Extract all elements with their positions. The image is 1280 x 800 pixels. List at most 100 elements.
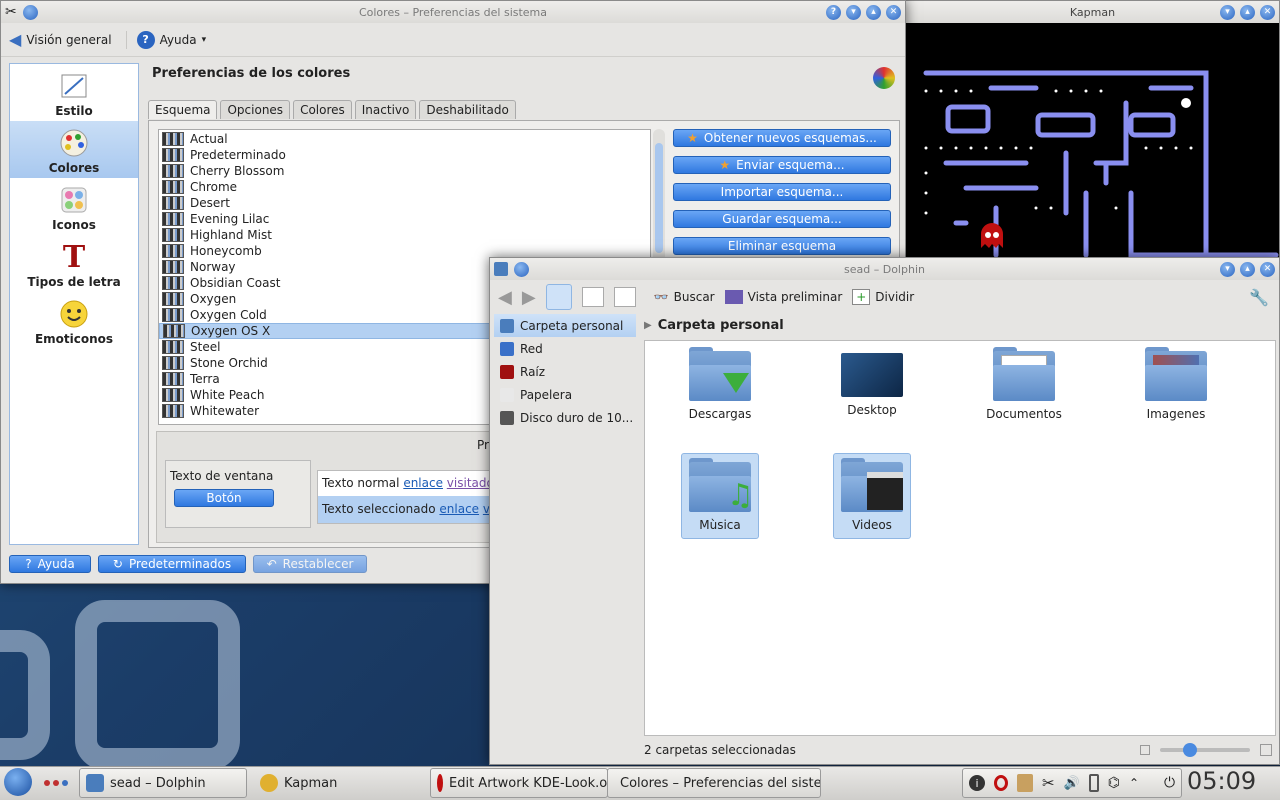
- scheme-item[interactable]: Actual: [159, 131, 650, 147]
- scheme-swatch-icon: [162, 244, 184, 258]
- volume-icon[interactable]: 🔊: [1064, 776, 1080, 791]
- close-icon[interactable]: ✕: [886, 4, 901, 20]
- scheme-action-button[interactable]: Importar esquema...: [673, 183, 891, 201]
- defaults-button[interactable]: ↻ Predeterminados: [98, 555, 246, 573]
- tab-esquema[interactable]: Esquema: [148, 100, 218, 119]
- category-iconos[interactable]: Iconos: [10, 178, 138, 235]
- minimize-icon[interactable]: ▾: [1220, 261, 1235, 277]
- tab-colores[interactable]: Colores: [293, 100, 352, 119]
- scheme-item[interactable]: Evening Lilac: [159, 211, 650, 227]
- kapman-window[interactable]: Kapman ▾ ▴ ✕: [905, 0, 1280, 260]
- battery-icon[interactable]: [1088, 774, 1099, 792]
- file-view[interactable]: Descargas Desktop Documentos Imagenes ♫ …: [644, 340, 1276, 736]
- places-panel[interactable]: Carpeta personal Red Raíz Papelera Disco dur…: [494, 314, 636, 494]
- back-icon[interactable]: ◀: [498, 287, 512, 308]
- kde-menu-icon[interactable]: [4, 768, 32, 796]
- help-menu-button[interactable]: ? Ayuda ▾: [125, 30, 206, 49]
- network-icon[interactable]: ⌬: [1108, 775, 1120, 791]
- help-icon[interactable]: ?: [826, 4, 841, 20]
- task-colores[interactable]: Colores – Preferencias del siste: [607, 768, 821, 798]
- folder-imagenes[interactable]: Imagenes: [1137, 343, 1215, 429]
- scrollbar-handle[interactable]: [655, 143, 663, 253]
- scheme-action-button[interactable]: ★ Enviar esquema...: [673, 156, 891, 174]
- forward-icon[interactable]: ▶: [522, 287, 536, 308]
- menu-dot-icon[interactable]: [22, 4, 38, 20]
- pager-icon[interactable]: [44, 780, 68, 786]
- folder-musica[interactable]: ♫ Mùsica: [681, 453, 759, 539]
- klipper-icon[interactable]: [1017, 774, 1033, 792]
- preview-visited-link[interactable]: visitado: [447, 476, 494, 490]
- zoom-slider-handle[interactable]: [1182, 743, 1197, 757]
- kapman-maze[interactable]: [906, 23, 1280, 260]
- scheme-item[interactable]: Highland Mist: [159, 227, 650, 243]
- close-icon[interactable]: ✕: [1260, 4, 1275, 20]
- category-tipos-de-letra[interactable]: T Tipos de letra: [10, 235, 138, 292]
- split-icon: +: [852, 289, 871, 305]
- scheme-item[interactable]: Desert: [159, 195, 650, 211]
- zoom-slider[interactable]: [1160, 743, 1250, 757]
- preview-link[interactable]: enlace: [403, 476, 443, 490]
- category-estilo[interactable]: Estilo: [10, 64, 138, 121]
- category-emoticonos[interactable]: Emoticonos: [10, 292, 138, 349]
- task-kapman[interactable]: Kapman: [254, 768, 424, 798]
- folder-documentos[interactable]: Documentos: [985, 343, 1063, 429]
- folder-desktop[interactable]: Desktop: [833, 343, 911, 429]
- preview-selected-link[interactable]: enlace: [439, 502, 479, 516]
- colors-titlebar[interactable]: ✂ Colores – Preferencias del sistema ? ▾…: [1, 1, 905, 23]
- details-view-icon[interactable]: [581, 287, 604, 307]
- arrow-up-icon[interactable]: ⌃: [1129, 776, 1139, 790]
- split-button[interactable]: + Dividir: [852, 289, 914, 305]
- places-item[interactable]: Carpeta personal: [494, 314, 636, 337]
- kapman-titlebar[interactable]: Kapman ▾ ▴ ✕: [906, 1, 1279, 23]
- scheme-swatch-icon: [162, 164, 184, 178]
- tab-opciones[interactable]: Opciones: [220, 100, 291, 119]
- maximize-icon[interactable]: ▴: [1240, 261, 1255, 277]
- tools-icon[interactable]: ✂: [5, 4, 17, 20]
- clock[interactable]: 05:09: [1187, 767, 1256, 795]
- preview-button[interactable]: Vista preliminar: [724, 290, 842, 304]
- power-icon[interactable]: ⏻: [1164, 775, 1175, 791]
- reset-button[interactable]: ↶ Restablecer: [253, 555, 367, 573]
- scheme-action-button[interactable]: Guardar esquema...: [673, 210, 891, 228]
- scheme-action-button[interactable]: ★ Obtener nuevos esquemas...: [673, 129, 891, 147]
- search-button[interactable]: 👓 Buscar: [654, 290, 715, 304]
- maximize-icon[interactable]: ▴: [1240, 4, 1255, 20]
- columns-view-icon[interactable]: [613, 287, 636, 307]
- places-item[interactable]: Disco duro de 10...: [494, 406, 636, 429]
- dolphin-window[interactable]: sead – Dolphin ▾ ▴ ✕ ◀ ▶ 👓 Buscar Vista p…: [489, 257, 1280, 765]
- zoom-out-icon[interactable]: [1140, 745, 1150, 755]
- scheme-item[interactable]: Predeterminado: [159, 147, 650, 163]
- dolphin-app-icon[interactable]: [494, 262, 508, 276]
- settings-tools-icon[interactable]: 🔧: [1249, 288, 1269, 307]
- places-item[interactable]: Red: [494, 337, 636, 360]
- dolphin-titlebar[interactable]: sead – Dolphin ▾ ▴ ✕: [490, 258, 1279, 280]
- scheme-item[interactable]: Cherry Blossom: [159, 163, 650, 179]
- task-dolphin[interactable]: sead – Dolphin: [79, 768, 247, 798]
- folder-descargas[interactable]: Descargas: [681, 343, 759, 429]
- info-icon[interactable]: i: [969, 775, 985, 791]
- folder-videos[interactable]: Videos: [833, 453, 911, 539]
- category-colores[interactable]: Colores: [10, 121, 138, 178]
- overview-button[interactable]: ◀ Visión general: [9, 30, 112, 49]
- scheme-item[interactable]: Chrome: [159, 179, 650, 195]
- zoom-in-icon[interactable]: [1260, 744, 1272, 756]
- menu-dot-icon[interactable]: [514, 261, 529, 277]
- tab-deshabilitado[interactable]: Deshabilitado: [419, 100, 516, 119]
- category-list[interactable]: Estilo Colores Iconos T Tipos de letra E…: [9, 63, 139, 545]
- opera-tray-icon[interactable]: [994, 775, 1008, 791]
- breadcrumb[interactable]: ▶ Carpeta personal: [644, 316, 784, 334]
- minimize-icon[interactable]: ▾: [846, 4, 861, 20]
- icons-view-icon[interactable]: [545, 284, 572, 310]
- task-opera[interactable]: Edit Artwork KDE-Look.org: [430, 768, 608, 798]
- minimize-icon[interactable]: ▾: [1220, 4, 1235, 20]
- scheme-action-button[interactable]: Eliminar esquema: [673, 237, 891, 255]
- help-button[interactable]: ? Ayuda: [9, 555, 91, 573]
- preview-button[interactable]: Botón: [174, 489, 274, 507]
- style-icon: [58, 70, 90, 102]
- maximize-icon[interactable]: ▴: [866, 4, 881, 20]
- close-icon[interactable]: ✕: [1260, 261, 1275, 277]
- places-item[interactable]: Papelera: [494, 383, 636, 406]
- tab-inactivo[interactable]: Inactivo: [354, 100, 417, 119]
- scissors-icon[interactable]: ✂: [1042, 774, 1055, 792]
- places-item[interactable]: Raíz: [494, 360, 636, 383]
